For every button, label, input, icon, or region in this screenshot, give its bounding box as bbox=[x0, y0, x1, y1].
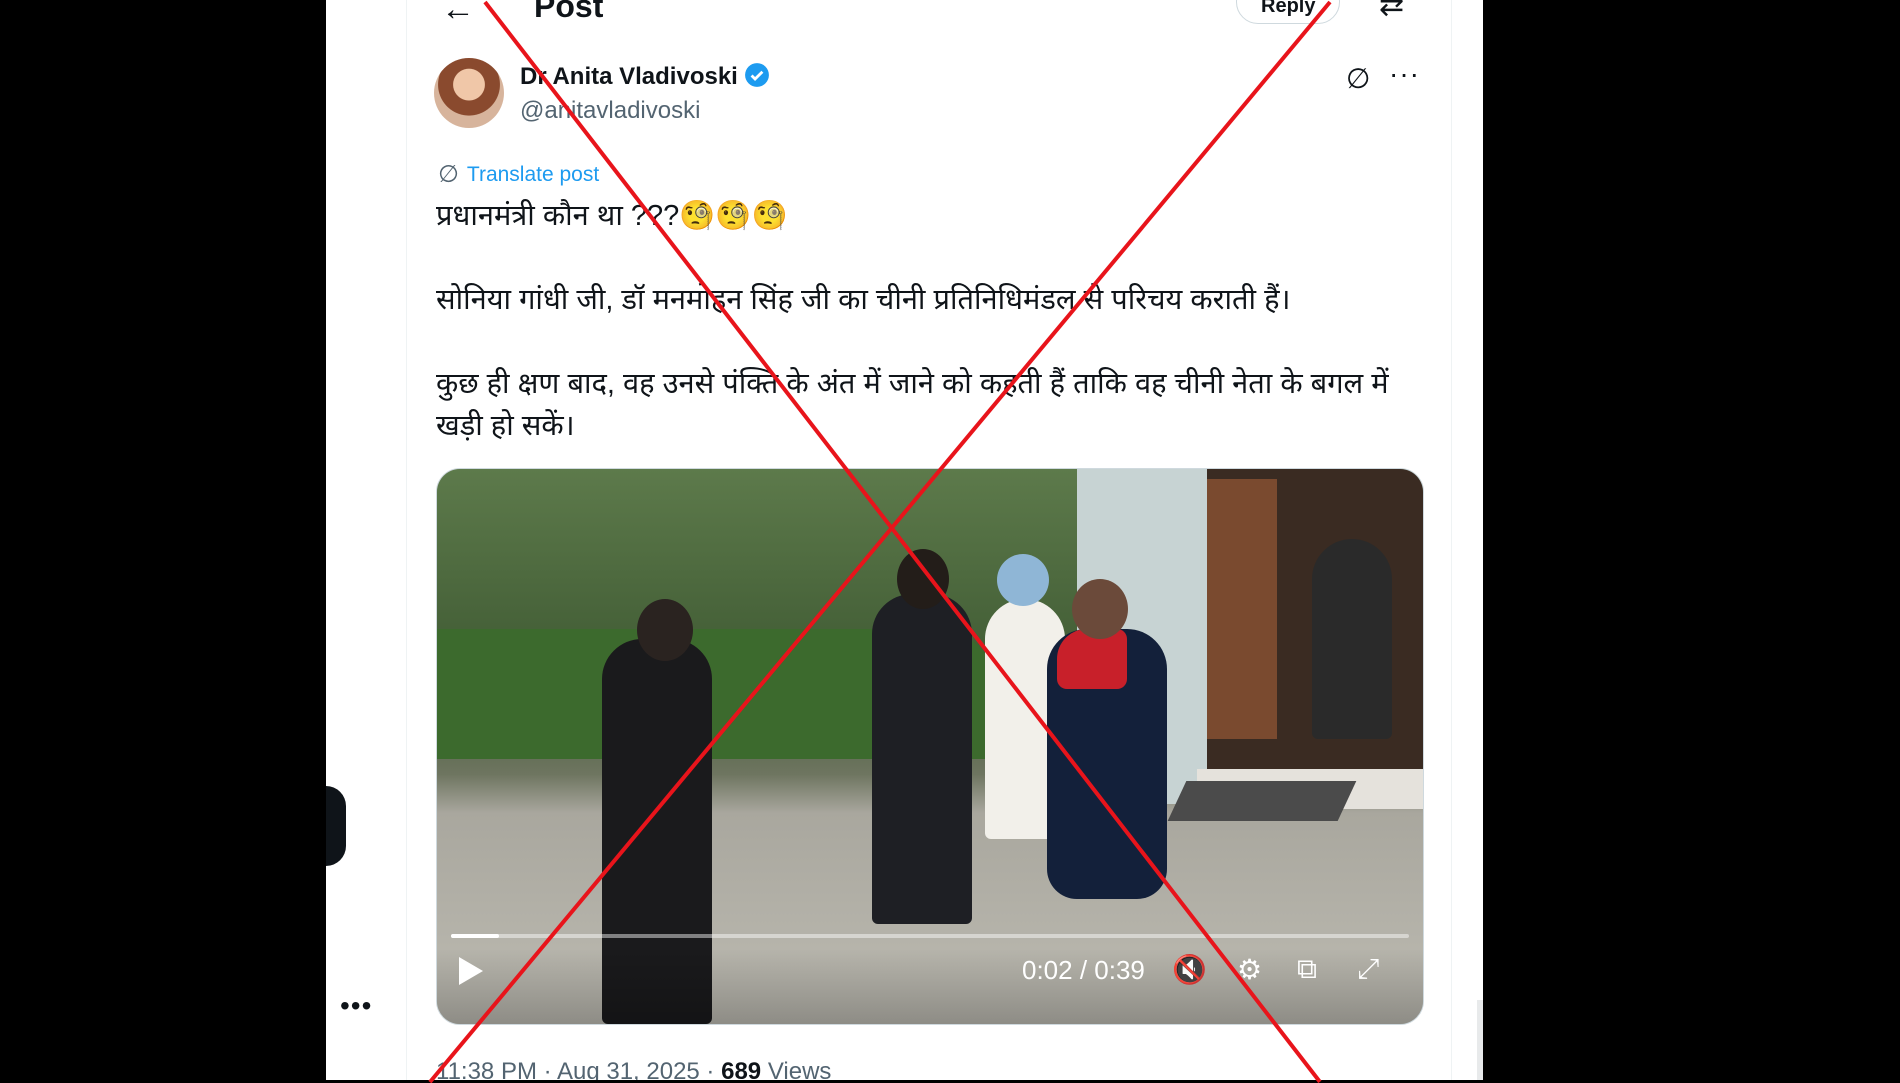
views-label: Views bbox=[767, 1058, 832, 1080]
adjust-icon[interactable]: ⇄ bbox=[1379, 0, 1404, 23]
video-figure-head bbox=[637, 599, 693, 661]
tweet-text: प्रधानमंत्री कौन था ???🧐🧐🧐 सोनिया गांधी ज… bbox=[436, 195, 1441, 447]
tweet-text-line-1: प्रधानमंत्री कौन था ???🧐🧐🧐 bbox=[436, 200, 788, 232]
video-scene-door-panel bbox=[1207, 479, 1277, 739]
post-date[interactable]: Aug 31, 2025 bbox=[557, 1058, 700, 1080]
video-scene-doormat bbox=[1167, 781, 1357, 821]
video-figure bbox=[872, 594, 972, 924]
tweet-text-line-2: सोनिया गांधी जी, डॉ मनमोहन सिंह जी का ची… bbox=[436, 284, 1291, 316]
picture-in-picture-icon[interactable]: ⧉ bbox=[1297, 953, 1317, 986]
more-menu-icon[interactable]: ••• bbox=[340, 990, 372, 1022]
post-timestamp[interactable]: 11:38 PM · Aug 31, 2025 · 689 Views bbox=[436, 1058, 831, 1080]
video-figure bbox=[1312, 539, 1392, 739]
verified-badge-icon bbox=[744, 63, 769, 87]
page-title: Post bbox=[534, 0, 604, 24]
video-player[interactable]: 0:02 / 0:39 🔇 ⚙ ⧉ ⤢ bbox=[436, 468, 1424, 1025]
author-handle[interactable]: @anitavladivoski bbox=[520, 97, 700, 125]
column-border-right bbox=[1451, 0, 1452, 1080]
author-name[interactable]: Dr Anita Vladivoski bbox=[520, 62, 770, 91]
grok-icon[interactable]: ∅ bbox=[1346, 62, 1370, 95]
translate-post-link[interactable]: ∅ Translate post bbox=[438, 160, 599, 189]
fullscreen-icon[interactable]: ⤢ bbox=[1357, 953, 1379, 986]
video-figure-head bbox=[897, 549, 949, 609]
video-figure-head bbox=[997, 554, 1049, 606]
play-icon[interactable] bbox=[459, 957, 483, 985]
translate-label[interactable]: Translate post bbox=[467, 163, 599, 187]
post-time[interactable]: 11:38 PM bbox=[436, 1058, 537, 1080]
post-page: ••• ← Post Reply ⇄ Dr Anita Vladivoski @… bbox=[326, 0, 1483, 1080]
views-count: 689 bbox=[721, 1058, 762, 1080]
video-progress-fill bbox=[451, 934, 499, 938]
video-figure-head bbox=[1072, 579, 1128, 639]
more-options-icon[interactable]: ··· bbox=[1389, 58, 1420, 90]
video-progress-bar[interactable] bbox=[451, 934, 1409, 938]
scrollbar[interactable] bbox=[1477, 1000, 1483, 1080]
avatar[interactable] bbox=[434, 58, 504, 128]
column-border-left bbox=[406, 0, 407, 1080]
arrow-left-icon[interactable]: ← bbox=[441, 0, 475, 29]
nav-avatar-button[interactable] bbox=[326, 786, 346, 866]
video-time: 0:02 / 0:39 bbox=[1022, 955, 1145, 985]
volume-mute-icon[interactable]: 🔇 bbox=[1172, 953, 1207, 986]
video-controls bbox=[437, 949, 1423, 1024]
tweet-text-line-3: कुछ ही क्षण बाद, वह उनसे पंक्ति के अंत म… bbox=[436, 368, 1397, 442]
translate-icon: ∅ bbox=[438, 161, 459, 188]
